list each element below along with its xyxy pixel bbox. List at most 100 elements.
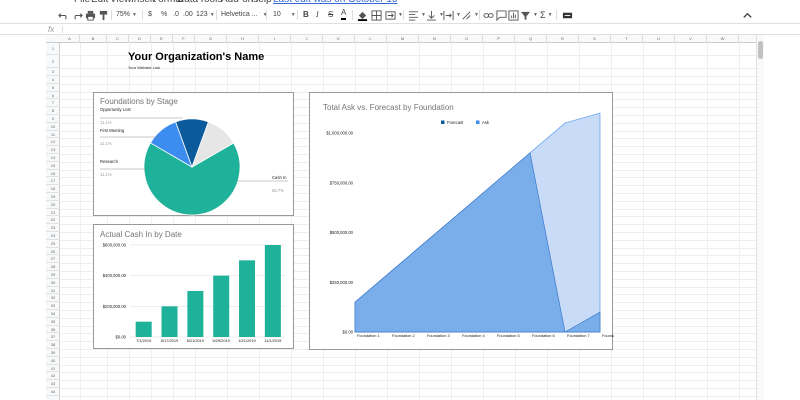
row-header-36[interactable]: 36 <box>46 326 60 334</box>
row-header-43[interactable]: 43 <box>46 380 60 388</box>
row-header-42[interactable]: 42 <box>46 372 60 381</box>
column-header-t[interactable]: T <box>611 35 643 43</box>
bar[interactable] <box>213 275 230 337</box>
input-tools-icon[interactable] <box>562 8 573 22</box>
row-header-38[interactable]: 38 <box>46 341 60 349</box>
column-header-u[interactable]: U <box>643 35 675 43</box>
row-header-18[interactable]: 18 <box>46 185 60 193</box>
row-header-30[interactable]: 30 <box>46 279 60 287</box>
insert-link-icon[interactable] <box>483 8 494 22</box>
row-header-35[interactable]: 35 <box>46 318 60 326</box>
row-header-15[interactable]: 15 <box>46 162 60 170</box>
row-header-1[interactable]: 1 <box>46 43 60 55</box>
vertical-align-icon[interactable]: ▼ <box>426 8 444 22</box>
column-header-e[interactable]: E <box>151 35 173 43</box>
vertical-scrollbar[interactable] <box>756 35 764 400</box>
row-header-32[interactable]: 32 <box>46 294 60 303</box>
redo-icon[interactable] <box>72 8 83 22</box>
row-header-23[interactable]: 23 <box>46 224 60 232</box>
org-name-cell[interactable]: Your Organization's Name <box>128 51 264 63</box>
row-header-16[interactable]: 16 <box>46 170 60 178</box>
column-header-n[interactable]: N <box>419 35 451 43</box>
currency-format-button[interactable]: $ <box>148 8 152 22</box>
scroll-thumb[interactable] <box>758 41 763 59</box>
zoom-select[interactable]: 75% ▼ <box>116 8 137 22</box>
fill-color-icon[interactable] <box>357 8 368 22</box>
row-header-24[interactable]: 24 <box>46 232 60 240</box>
row-header-6[interactable]: 6 <box>46 92 60 100</box>
row-header-12[interactable]: 12 <box>46 138 60 147</box>
row-header-31[interactable]: 31 <box>46 287 60 295</box>
row-header-25[interactable]: 25 <box>46 240 60 248</box>
bar[interactable] <box>239 260 256 337</box>
font-size-select[interactable]: 10 ▼ <box>273 8 296 22</box>
row-header-26[interactable]: 26 <box>46 248 60 256</box>
row-header-10[interactable]: 10 <box>46 123 60 131</box>
filter-icon[interactable]: ▼ <box>520 8 538 22</box>
font-select[interactable]: Helvetica ...▼ <box>221 8 268 22</box>
row-header-17[interactable]: 17 <box>46 177 60 186</box>
strikethrough-button[interactable]: S <box>328 8 333 22</box>
row-header-41[interactable]: 41 <box>46 365 60 373</box>
row-header-33[interactable]: 33 <box>46 302 60 310</box>
row-header-37[interactable]: 37 <box>46 333 60 342</box>
undo-icon[interactable] <box>58 8 69 22</box>
merge-cells-icon[interactable]: ▼ <box>385 8 403 22</box>
pie-chart[interactable]: Foundations by Stage Cash In 66.7% Researc… <box>93 92 294 216</box>
column-header-f[interactable]: F <box>173 35 195 43</box>
column-header-h[interactable]: H <box>227 35 259 43</box>
increase-decimal-button[interactable]: .00 <box>183 8 193 22</box>
column-header-q[interactable]: Q <box>515 35 547 43</box>
bar[interactable] <box>135 321 152 337</box>
column-header-c[interactable]: C <box>107 35 129 43</box>
formula-input[interactable] <box>66 24 746 35</box>
row-header-28[interactable]: 28 <box>46 263 60 271</box>
row-header-4[interactable]: 4 <box>46 76 60 84</box>
decrease-decimal-button[interactable]: .0 <box>173 8 179 22</box>
row-header-11[interactable]: 11 <box>46 131 60 139</box>
paint-format-icon[interactable] <box>98 8 109 22</box>
row-header-19[interactable]: 19 <box>46 193 60 201</box>
insert-comment-icon[interactable] <box>496 8 507 22</box>
collapse-toolbar-icon[interactable] <box>742 8 753 22</box>
column-header-w[interactable]: W <box>707 35 739 43</box>
column-header-r[interactable]: R <box>547 35 579 43</box>
column-header-s[interactable]: S <box>579 35 611 43</box>
column-header-l[interactable]: L <box>355 35 387 43</box>
column-header-v[interactable]: V <box>675 35 707 43</box>
row-header-8[interactable]: 8 <box>46 107 60 115</box>
row-header-21[interactable]: 21 <box>46 209 60 217</box>
horizontal-align-icon[interactable]: ▼ <box>408 8 426 22</box>
column-header-d[interactable]: D <box>129 35 151 43</box>
row-header-3[interactable]: 3 <box>46 68 60 76</box>
row-header-2[interactable]: 2 <box>46 55 60 68</box>
text-wrap-icon[interactable]: ▼ <box>443 8 461 22</box>
column-header-b[interactable]: B <box>80 35 107 43</box>
insert-chart-icon[interactable] <box>508 8 519 22</box>
row-header-5[interactable]: 5 <box>46 84 60 92</box>
row-header-20[interactable]: 20 <box>46 201 60 209</box>
italic-button[interactable]: I <box>316 8 319 22</box>
column-header-k[interactable]: K <box>323 35 355 43</box>
bar[interactable] <box>161 306 178 337</box>
print-icon[interactable] <box>85 8 96 22</box>
borders-icon[interactable] <box>371 8 382 22</box>
org-link-cell[interactable]: Your Website Link <box>128 65 160 70</box>
row-header-14[interactable]: 14 <box>46 154 60 162</box>
row-header-7[interactable]: 7 <box>46 99 60 108</box>
bar-chart[interactable]: Actual Cash In by Date $0.00 $200,000.00 $… <box>93 224 294 349</box>
column-header-j[interactable]: J <box>291 35 323 43</box>
column-header-m[interactable]: M <box>387 35 419 43</box>
row-header-40[interactable]: 40 <box>46 357 60 365</box>
bar[interactable] <box>264 245 281 337</box>
functions-button[interactable]: Σ ▼ <box>540 8 553 22</box>
row-header-34[interactable]: 34 <box>46 310 60 318</box>
text-color-button[interactable]: A <box>341 8 347 20</box>
column-header-o[interactable]: O <box>451 35 483 43</box>
number-format-select[interactable]: 123 ▼ <box>196 8 215 22</box>
row-header-22[interactable]: 22 <box>46 216 60 225</box>
bold-button[interactable]: B <box>303 8 309 22</box>
area-chart[interactable]: Total Ask vs. Forecast by Foundation $0.… <box>309 92 614 350</box>
row-header-9[interactable]: 9 <box>46 115 60 123</box>
column-header-i[interactable]: I <box>259 35 291 43</box>
